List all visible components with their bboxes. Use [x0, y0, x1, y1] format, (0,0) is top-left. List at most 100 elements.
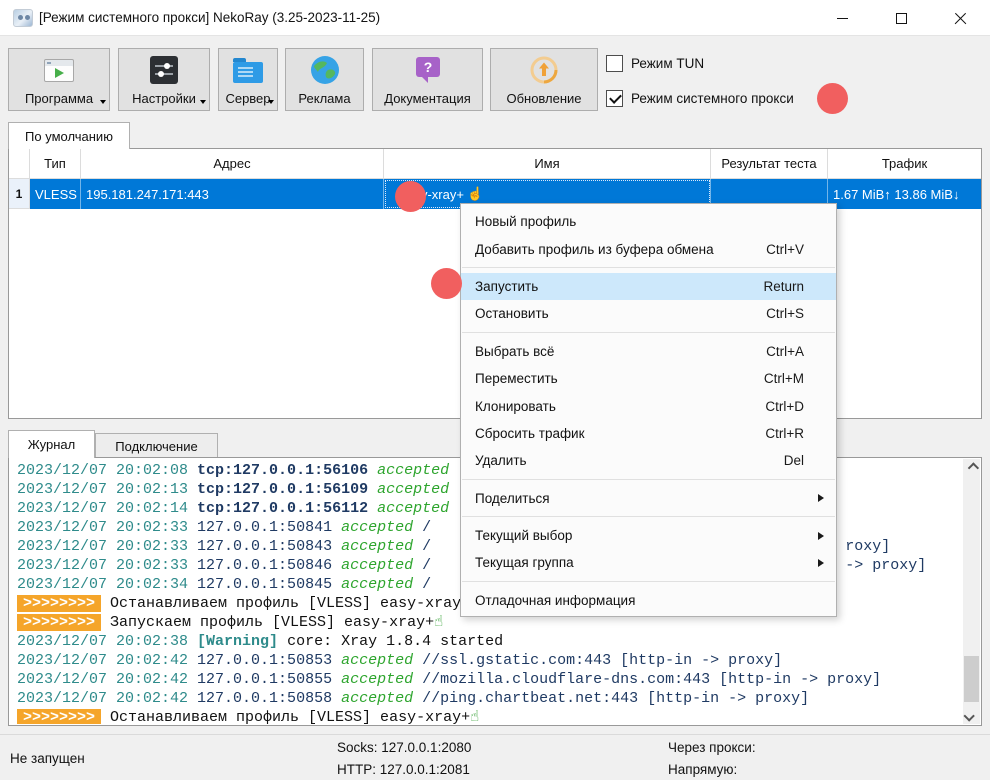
maximize-icon	[896, 13, 907, 24]
cell-text: 1.67 MiB↑ 13.86 MiB↓	[833, 187, 959, 202]
log-line: 2023/12/07 20:02:38 [Warning] core: Xray…	[17, 632, 963, 651]
dropdown-arrow-icon	[200, 100, 206, 104]
chevron-down-icon	[963, 710, 974, 721]
submenu-arrow-icon	[818, 494, 824, 502]
toolbar-button-3[interactable]: Сервер	[218, 48, 278, 111]
system-proxy-checkbox[interactable]: Режим системного прокси	[606, 88, 794, 108]
toolbar-button-4[interactable]: Реклама	[285, 48, 364, 111]
cell-text: VLESS	[35, 187, 77, 202]
column-header[interactable]: Имя	[384, 149, 711, 179]
toolbar-button-2[interactable]: Настройки	[118, 48, 210, 111]
program-window-icon	[9, 54, 109, 86]
help-bubble-icon: ?	[373, 54, 482, 86]
menu-separator	[462, 332, 835, 333]
submenu-arrow-icon	[818, 532, 824, 540]
menu-item-highlighted[interactable]: Запустить Return	[461, 273, 836, 300]
toolbar-button-label: Документация	[384, 91, 471, 106]
menu-item-shortcut: Del	[784, 453, 804, 468]
globe-icon	[286, 54, 363, 86]
app-icon	[13, 9, 33, 27]
menu-item[interactable]: ПереместитьCtrl+M	[461, 365, 836, 392]
tab-connections[interactable]: Подключение	[95, 433, 218, 458]
update-arrow-icon	[491, 54, 597, 86]
hand-cursor-icon: ☝	[467, 186, 483, 202]
menu-item-shortcut: Ctrl+A	[766, 344, 804, 359]
menu-item[interactable]: Сбросить трафикCtrl+R	[461, 420, 836, 447]
menu-item[interactable]: Текущий выбор	[461, 522, 836, 549]
menu-item-shortcut: Ctrl+R	[765, 426, 804, 441]
menu-item[interactable]: Клонировать Ctrl+D	[461, 392, 836, 419]
menu-item-label: Отладочная информация	[475, 593, 635, 608]
toolbar-button-1[interactable]: Программа	[8, 48, 110, 111]
chevron-up-icon	[967, 462, 978, 473]
menu-item-shortcut: Ctrl+D	[765, 399, 804, 414]
hand-cursor-icon: ☝	[434, 614, 443, 631]
menu-item-label: Новый профиль	[475, 214, 576, 229]
checkbox-unchecked-icon	[606, 55, 623, 72]
scroll-down-button[interactable]	[963, 707, 980, 724]
cell-address: 195.181.247.171:443	[81, 179, 384, 209]
status-socks: Socks: 127.0.0.1:2080	[337, 740, 471, 755]
menu-item[interactable]: УдалитьDel	[461, 447, 836, 474]
group-tab-default[interactable]: По умолчанию	[8, 122, 130, 149]
status-direct: Напрямую:	[668, 762, 737, 777]
menu-item[interactable]: Отладочная информация	[461, 587, 836, 614]
menu-item[interactable]: Текущая группа	[461, 549, 836, 576]
corner-header[interactable]	[9, 149, 30, 179]
log-scrollbar	[963, 459, 980, 724]
menu-item-label: Клонировать	[475, 399, 556, 414]
close-button[interactable]	[931, 0, 990, 36]
menu-item[interactable]: Остановить Ctrl+S	[461, 300, 836, 327]
menu-item-shortcut: Ctrl+V	[766, 242, 804, 257]
menu-item[interactable]: Выбрать всё Ctrl+A	[461, 338, 836, 365]
menu-item[interactable]: Добавить профиль из буфера обменаCtrl+V	[461, 235, 836, 262]
submenu-arrow-icon	[818, 559, 824, 567]
toolbar-button-label: Реклама	[298, 91, 350, 106]
menu-item-label: Текущая группа	[475, 555, 574, 570]
toolbar-button-label: Обновление	[506, 91, 581, 106]
toolbar-button-6[interactable]: Обновление	[490, 48, 598, 111]
menu-item-label: Поделиться	[475, 491, 550, 506]
menu-item-label: Остановить	[475, 306, 549, 321]
minimize-button[interactable]	[813, 0, 872, 36]
cell-traffic: 1.67 MiB↑ 13.86 MiB↓	[828, 179, 981, 209]
tab-log[interactable]: Журнал	[8, 430, 95, 458]
status-http: HTTP: 127.0.0.1:2081	[337, 762, 470, 777]
scroll-up-button[interactable]	[963, 459, 980, 476]
column-header[interactable]: Трафик	[828, 149, 981, 179]
toolbar-button-label: Сервер	[225, 91, 270, 106]
toolbar-button-label: Настройки	[132, 91, 196, 106]
title-bar: [Режим системного прокси] NekoRay (3.25-…	[0, 0, 990, 36]
cell-text: 195.181.247.171:443	[86, 187, 209, 202]
cell-type: VLESS	[30, 179, 81, 209]
scrollbar-thumb[interactable]	[964, 656, 979, 702]
menu-separator	[462, 581, 835, 582]
menu-item-shortcut: Ctrl+S	[766, 306, 804, 321]
group-tab-label: По умолчанию	[25, 129, 113, 144]
status-via-proxy: Через прокси:	[668, 740, 756, 755]
column-header[interactable]: Результат теста	[711, 149, 828, 179]
column-header[interactable]: Тип	[30, 149, 81, 179]
maximize-button[interactable]	[872, 0, 931, 36]
menu-separator	[462, 479, 835, 480]
log-line: >>>>>>>> Останавливаем профиль [VLESS] e…	[17, 708, 963, 724]
menu-item-label: Выбрать всё	[475, 344, 554, 359]
log-line: 2023/12/07 20:02:42 127.0.0.1:50853 acce…	[17, 651, 963, 670]
context-menu: Новый профиль Добавить профиль из буфера …	[460, 203, 837, 617]
svg-text:?: ?	[423, 59, 432, 75]
column-header[interactable]: Адрес	[81, 149, 384, 179]
menu-item-shortcut: Return	[763, 279, 804, 294]
menu-item-label: Запустить	[475, 279, 538, 294]
status-bar: Не запущен Socks: 127.0.0.1:2080 HTTP: 1…	[0, 734, 990, 780]
settings-sliders-icon	[119, 54, 209, 86]
log-line: 2023/12/07 20:02:42 127.0.0.1:50855 acce…	[17, 670, 963, 689]
toolbar-button-5[interactable]: ? Документация	[372, 48, 483, 111]
log-line: 2023/12/07 20:02:42 127.0.0.1:50858 acce…	[17, 689, 963, 708]
checkbox-checked-icon	[606, 90, 623, 107]
close-icon	[954, 12, 967, 25]
tun-mode-checkbox[interactable]: Режим TUN	[606, 53, 704, 73]
menu-item[interactable]: Поделиться	[461, 485, 836, 512]
row-number: 1	[9, 179, 30, 209]
window-controls	[813, 0, 990, 36]
menu-item[interactable]: Новый профиль	[461, 208, 836, 235]
